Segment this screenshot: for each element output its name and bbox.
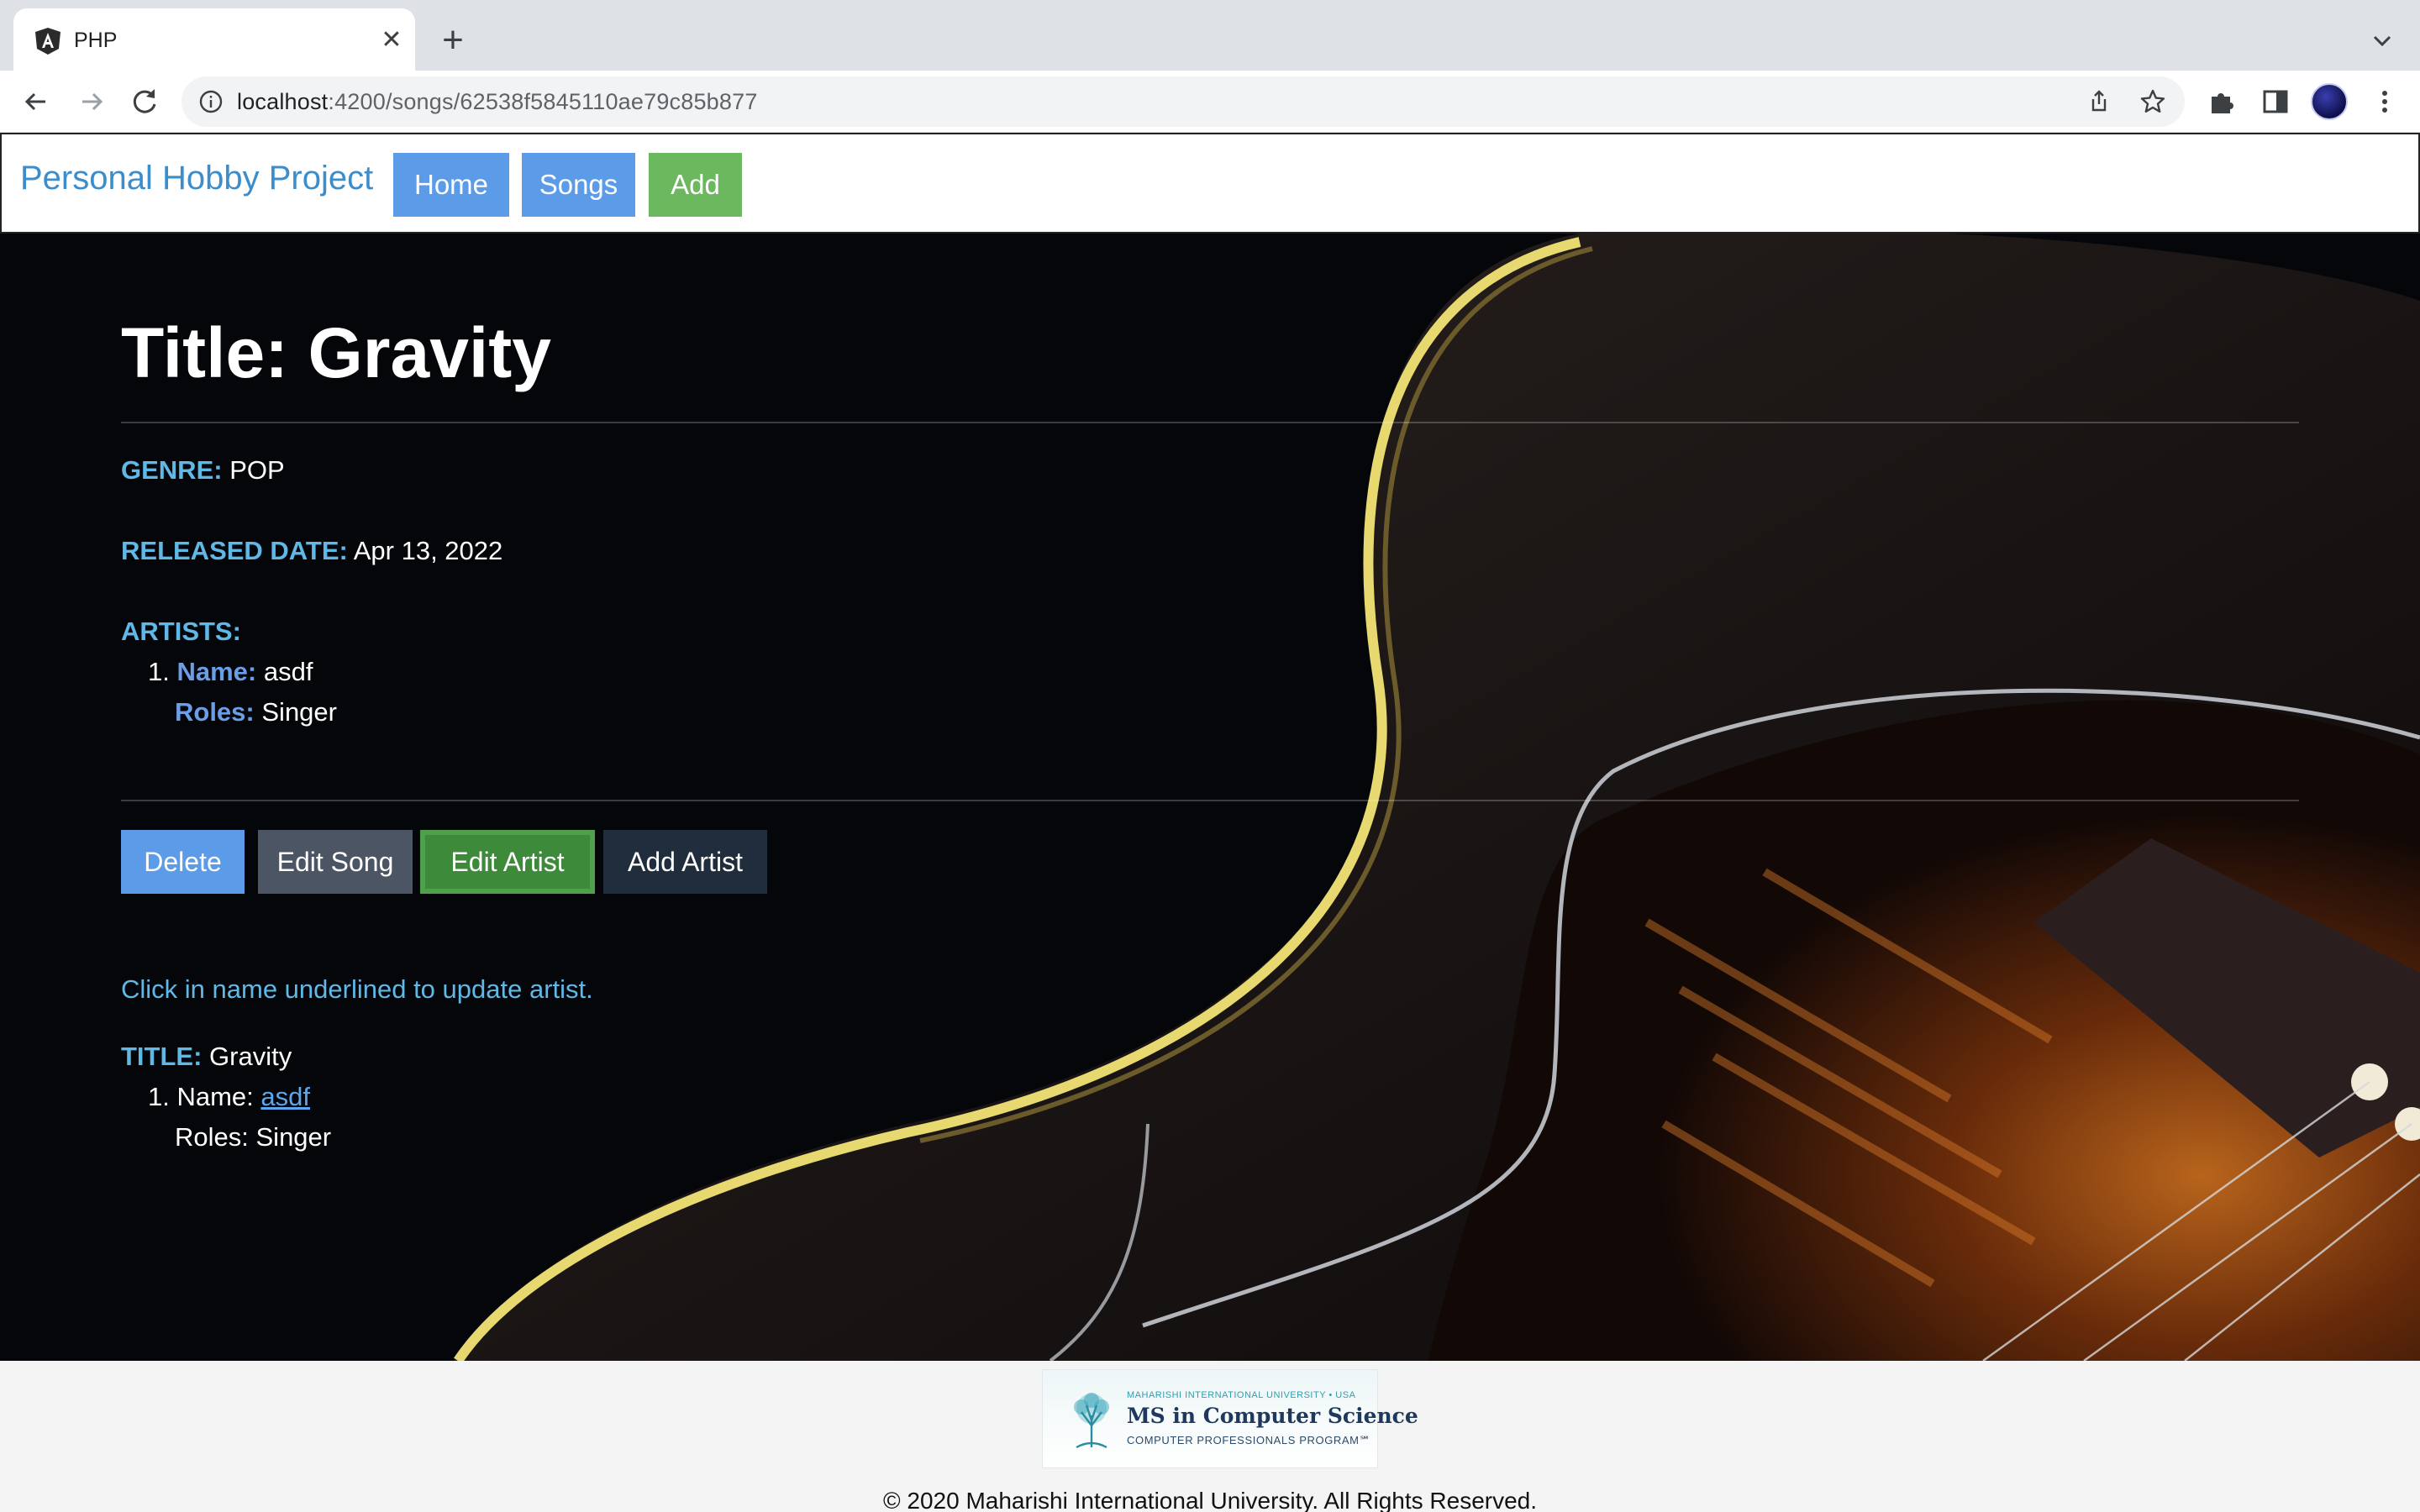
logo-program-name: MS in Computer Science: [1127, 1404, 1418, 1428]
browser-tabstrip: PHP ✕ +: [0, 0, 2420, 71]
miu-mscs-logo: MAHARISHI INTERNATIONAL UNIVERSITY • USA…: [1042, 1369, 1418, 1468]
site-footer: MAHARISHI INTERNATIONAL UNIVERSITY • USA…: [0, 1361, 2420, 1512]
nav-add-button[interactable]: Add: [649, 153, 742, 217]
genre-label: GENRE:: [121, 455, 223, 485]
edit-artist-button[interactable]: Edit Artist: [420, 830, 595, 894]
info-icon[interactable]: [198, 89, 224, 114]
extensions-icon[interactable]: [2205, 85, 2238, 118]
genre-value: POP: [229, 455, 285, 485]
edit-artist-roles-value: Singer: [255, 1122, 332, 1152]
artist-roles-label: Roles:: [175, 697, 255, 727]
song-content: Title: Gravity GENRE: POP RELEASED DATE:…: [121, 234, 2299, 1361]
divider: [121, 422, 2299, 423]
artist-name-value: asdf: [263, 657, 313, 686]
artist-name-link[interactable]: asdf: [260, 1082, 310, 1111]
genre-row: GENRE: POP: [121, 454, 285, 487]
browser-toolbar: localhost:4200/songs/62538f5845110ae79c8…: [0, 71, 2420, 133]
nav-songs-button[interactable]: Songs: [522, 153, 635, 217]
site-navbar: Personal Hobby Project Home Songs Add: [0, 133, 2420, 234]
delete-button[interactable]: Delete: [121, 830, 245, 894]
artist-roles-value: Singer: [261, 697, 337, 727]
released-date-label: RELEASED DATE:: [121, 536, 348, 565]
song-detail-section: Title: Gravity GENRE: POP RELEASED DATE:…: [0, 234, 2420, 1361]
artist-name-label: Name:: [176, 657, 257, 686]
edit-artist-name-label: Name:: [176, 1082, 254, 1111]
share-icon[interactable]: [2084, 87, 2114, 117]
released-date-value: Apr 13, 2022: [353, 536, 503, 565]
bookmark-star-icon[interactable]: [2138, 87, 2168, 117]
reload-icon[interactable]: [126, 82, 165, 121]
tab-close-icon[interactable]: ✕: [376, 25, 407, 55]
new-tab-icon[interactable]: +: [434, 22, 472, 60]
profile-avatar[interactable]: [2311, 83, 2348, 120]
tab-title: PHP: [74, 29, 118, 52]
edit-title-value: Gravity: [209, 1042, 292, 1071]
browser-tab[interactable]: PHP ✕: [13, 8, 415, 71]
artist-roles-row: Roles: Singer: [175, 696, 337, 729]
edit-title-label: TITLE:: [121, 1042, 203, 1071]
logo-program-subtitle: COMPUTER PROFESSIONALS PROGRAM℠: [1127, 1434, 1371, 1446]
edit-title-row: TITLE: Gravity: [121, 1040, 292, 1074]
side-panel-icon[interactable]: [2259, 85, 2292, 118]
add-artist-button[interactable]: Add Artist: [603, 830, 767, 894]
kebab-menu-icon[interactable]: [2368, 85, 2402, 118]
artist-number: 1.: [148, 657, 170, 686]
copyright-text: © 2020 Maharishi International Universit…: [882, 1488, 1538, 1512]
chevron-down-icon[interactable]: [2363, 22, 2402, 60]
tree-logo-icon: [1074, 1393, 1109, 1449]
url-text: localhost:4200/songs/62538f5845110ae79c8…: [237, 89, 758, 114]
page-viewport: Personal Hobby Project Home Songs Add Ti…: [0, 133, 2420, 1512]
brand-link[interactable]: Personal Hobby Project: [20, 156, 373, 200]
edit-artist-list-item: 1. Name: asdf: [148, 1082, 311, 1111]
divider: [121, 800, 2299, 801]
edit-artist-hint: Click in name underlined to update artis…: [121, 974, 593, 1004]
edit-song-button[interactable]: Edit Song: [258, 830, 413, 894]
address-bar[interactable]: localhost:4200/songs/62538f5845110ae79c8…: [182, 76, 2185, 127]
angular-favicon-icon: [35, 28, 60, 55]
song-title: Title: Gravity: [121, 313, 551, 392]
released-date-row: RELEASED DATE: Apr 13, 2022: [121, 534, 502, 568]
logo-university-line: MAHARISHI INTERNATIONAL UNIVERSITY • USA: [1127, 1390, 1356, 1400]
artists-heading: ARTISTS:: [121, 617, 241, 646]
artist-list-item: 1. Name: asdf: [148, 655, 313, 689]
forward-arrow-icon[interactable]: [72, 82, 111, 121]
back-arrow-icon[interactable]: [17, 82, 55, 121]
edit-artist-roles-label: Roles:: [175, 1122, 249, 1152]
edit-artist-roles-row: Roles: Singer: [175, 1121, 331, 1154]
nav-home-button[interactable]: Home: [393, 153, 509, 217]
